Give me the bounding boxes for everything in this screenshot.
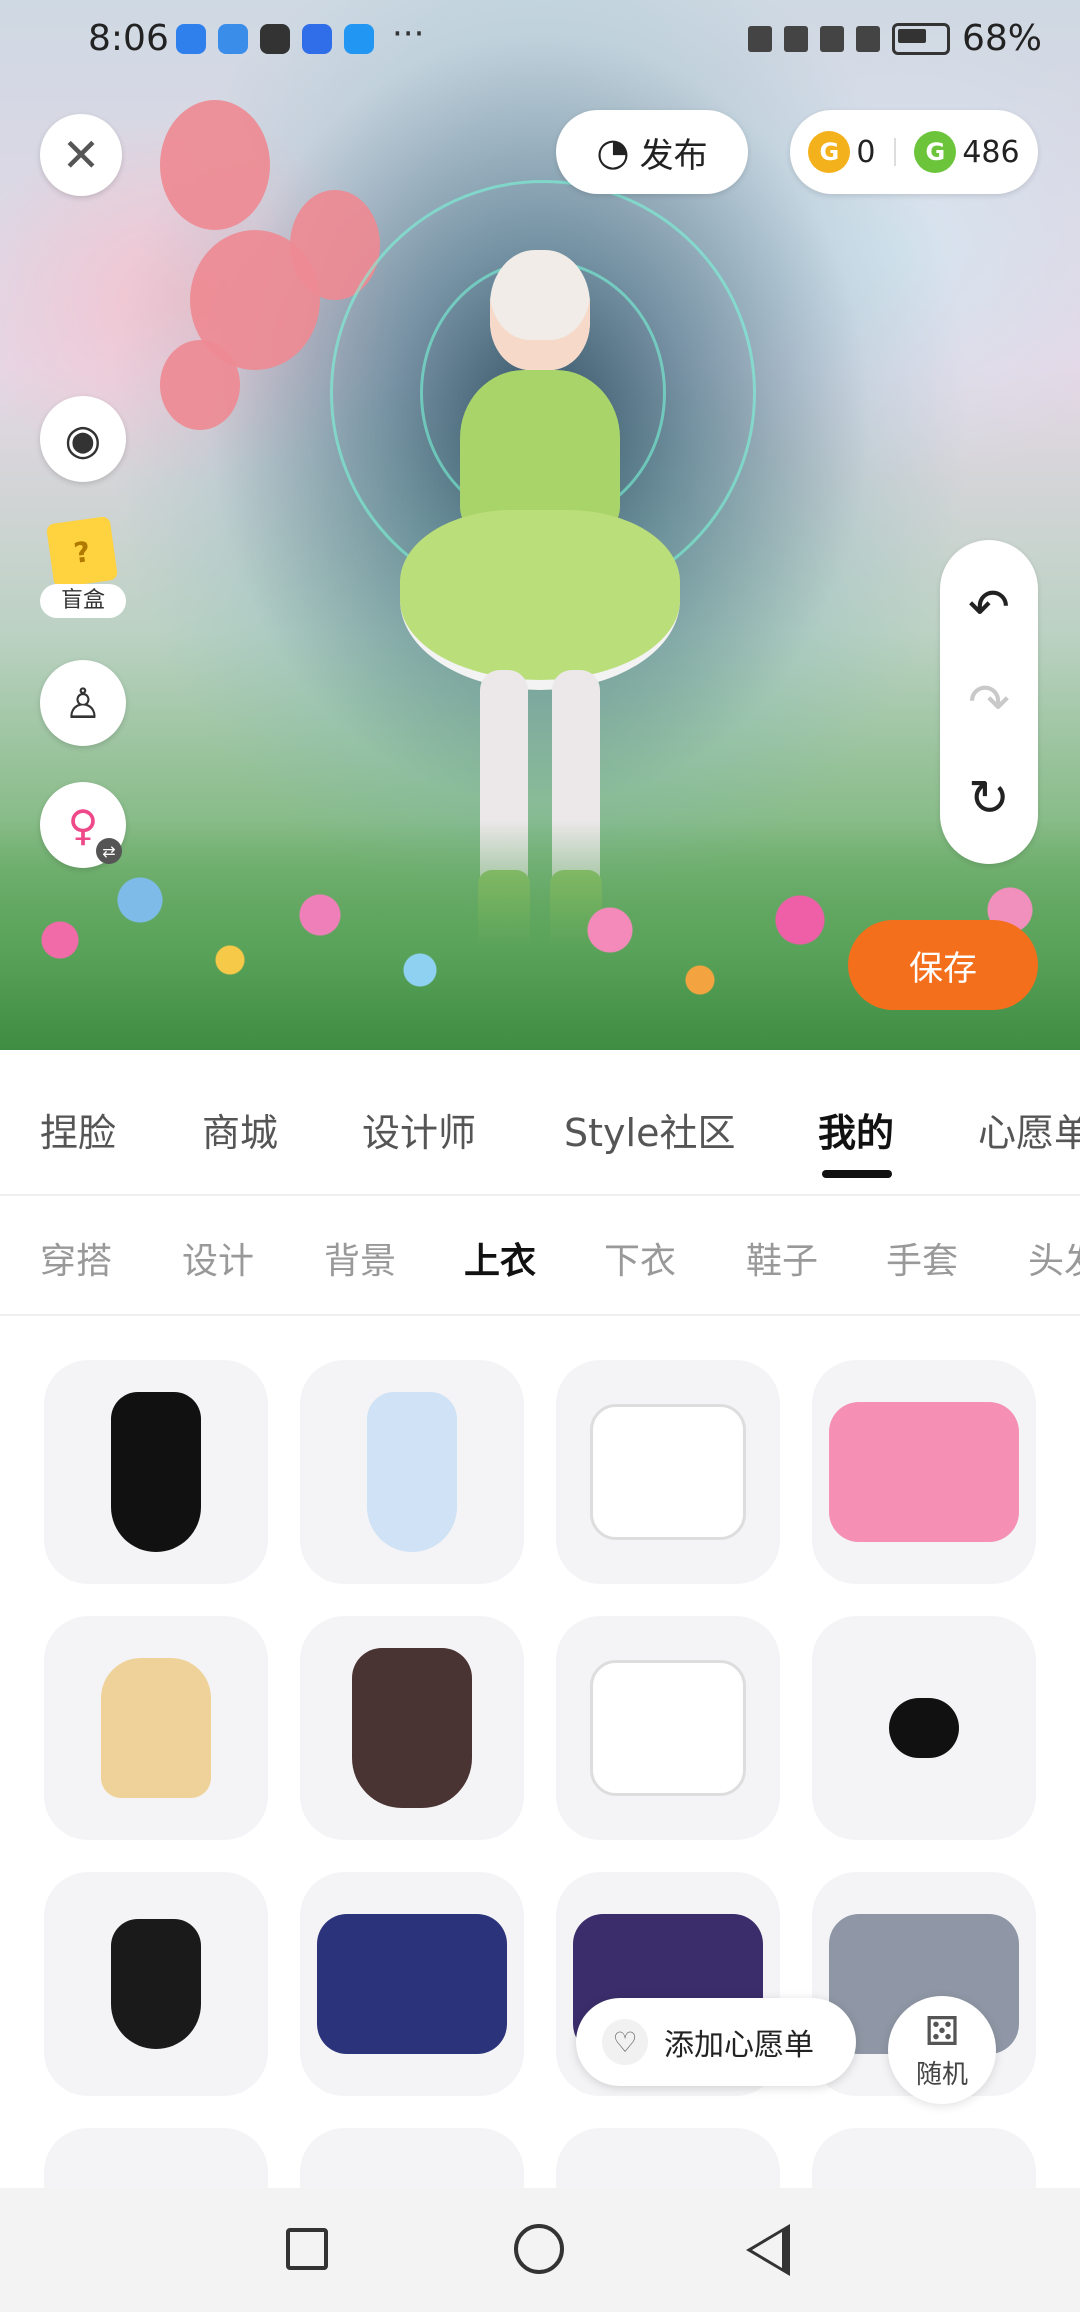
garment-image	[590, 1660, 746, 1796]
gold-coin-balance: G 0	[808, 131, 876, 173]
female-icon: ♀	[67, 800, 99, 850]
clothing-item[interactable]	[44, 2128, 268, 2188]
gold-coin-value: 0	[856, 134, 876, 170]
currency-balance[interactable]: G 0 G 486	[790, 110, 1038, 194]
vibrate-icon	[783, 25, 808, 52]
publish-icon: ◔	[596, 130, 630, 174]
system-navigation-bar	[0, 2188, 1080, 2312]
status-bar: 8:06 ··· 68%	[0, 0, 1080, 84]
clothing-item[interactable]	[556, 2128, 780, 2188]
weather-icon	[218, 24, 248, 54]
garment-image	[352, 1648, 472, 1808]
clothing-item[interactable]	[812, 1616, 1036, 1840]
avatar-profile-button[interactable]: ♙	[40, 660, 126, 746]
tab-wishlist[interactable]: 心愿单	[978, 1102, 1080, 1157]
subtab-tops[interactable]: 上衣	[464, 1232, 536, 1284]
balloon-decoration	[160, 100, 270, 230]
category-tab-bar: 穿搭 设计 背景 上衣 下衣 鞋子 手套 头发	[0, 1196, 1080, 1316]
add-to-wishlist-button[interactable]: ♡ 添加心愿单	[576, 1998, 856, 2086]
garment-image	[111, 1392, 201, 1552]
clothing-item[interactable]	[300, 1872, 524, 2096]
person-id-icon: ♙	[64, 678, 102, 728]
random-label: 随机	[915, 2059, 968, 2090]
tab-style-community[interactable]: Style社区	[564, 1102, 735, 1157]
notification-app-icon	[260, 24, 290, 54]
tab-store[interactable]: 商城	[202, 1102, 278, 1157]
subtab-design[interactable]: 设计	[182, 1232, 254, 1284]
blindbox-label: 盲盒	[40, 584, 126, 618]
clothing-item[interactable]	[812, 2128, 1036, 2188]
garment-image	[889, 1698, 959, 1758]
clothing-item[interactable]	[300, 1616, 524, 1840]
main-tab-bar: 捏脸 商城 设计师 Style社区 我的 心愿单	[0, 1052, 1080, 1196]
gold-coin-icon: G	[808, 131, 851, 173]
clothing-item[interactable]	[44, 1360, 268, 1584]
clothing-item[interactable]	[44, 1872, 268, 2096]
notification-app-icon	[302, 24, 332, 54]
subtab-gloves[interactable]: 手套	[886, 1232, 958, 1284]
tab-face[interactable]: 捏脸	[40, 1102, 116, 1157]
wifi-icon	[819, 25, 844, 52]
clothing-item[interactable]	[300, 1360, 524, 1584]
undo-icon[interactable]: ↶	[968, 578, 1010, 636]
random-button[interactable]: ⚄ 随机	[888, 1996, 996, 2104]
back-button[interactable]	[746, 2224, 790, 2276]
recent-apps-button[interactable]	[286, 2228, 328, 2270]
avatar-skirt	[400, 510, 680, 690]
home-button[interactable]	[514, 2224, 564, 2274]
heart-icon: ♡	[602, 2019, 648, 2065]
camera-icon: ◉	[64, 414, 102, 464]
active-tab-indicator	[822, 1170, 892, 1178]
garment-image	[111, 1919, 201, 2049]
edit-history-panel: ↶ ↷ ↻	[940, 540, 1038, 864]
redo-icon[interactable]: ↷	[968, 673, 1010, 731]
publish-label: 发布	[639, 135, 708, 176]
notification-app-icon	[176, 24, 206, 54]
tab-mine[interactable]: 我的	[818, 1102, 894, 1157]
camera-button[interactable]: ◉	[40, 396, 126, 482]
garment-image	[101, 1658, 211, 1798]
subtab-background[interactable]: 背景	[324, 1232, 396, 1284]
more-notifications-icon: ···	[392, 14, 425, 54]
publish-button[interactable]: ◔ 发布	[556, 110, 748, 194]
swap-icon: ⇄	[96, 838, 122, 864]
battery-icon	[891, 22, 950, 55]
green-coin-value: 486	[962, 134, 1020, 170]
subtab-bottoms[interactable]: 下衣	[604, 1232, 676, 1284]
clothing-item[interactable]	[556, 1616, 780, 1840]
close-icon: ✕	[61, 128, 101, 182]
alarm-icon	[747, 25, 772, 52]
green-coin-balance: G 486	[914, 131, 1020, 173]
garment-image	[829, 1402, 1019, 1542]
currency-divider	[893, 138, 896, 166]
signal-icon	[855, 25, 880, 52]
garment-image	[317, 1914, 507, 2054]
status-right-group: 68%	[747, 18, 1042, 59]
clothing-item[interactable]	[300, 2128, 524, 2188]
add-to-wishlist-label: 添加心愿单	[664, 2028, 814, 2063]
tab-designer[interactable]: 设计师	[362, 1102, 476, 1157]
clothing-item[interactable]	[812, 1360, 1036, 1584]
green-coin-icon: G	[914, 131, 957, 173]
clothing-item[interactable]	[556, 1360, 780, 1584]
avatar-head	[490, 250, 590, 370]
subtab-shoes[interactable]: 鞋子	[746, 1232, 818, 1284]
blindbox-icon: ?	[45, 515, 119, 589]
blindbox-button[interactable]: ? 盲盒	[40, 515, 126, 620]
subtab-hair[interactable]: 头发	[1028, 1232, 1080, 1284]
balloon-decoration	[160, 340, 240, 430]
reset-icon[interactable]: ↻	[968, 769, 1010, 827]
save-button[interactable]: 保存	[848, 920, 1038, 1010]
search-app-icon	[344, 24, 374, 54]
close-button[interactable]: ✕	[40, 114, 122, 196]
dice-icon: ⚄	[924, 2008, 960, 2055]
status-time: 8:06	[88, 18, 169, 59]
battery-level: 68%	[961, 18, 1042, 59]
garment-image	[590, 1404, 746, 1540]
subtab-outfit[interactable]: 穿搭	[40, 1232, 112, 1284]
gender-switch-button[interactable]: ♀ ⇄	[40, 782, 126, 868]
garment-image	[367, 1392, 457, 1552]
clothing-item[interactable]	[44, 1616, 268, 1840]
